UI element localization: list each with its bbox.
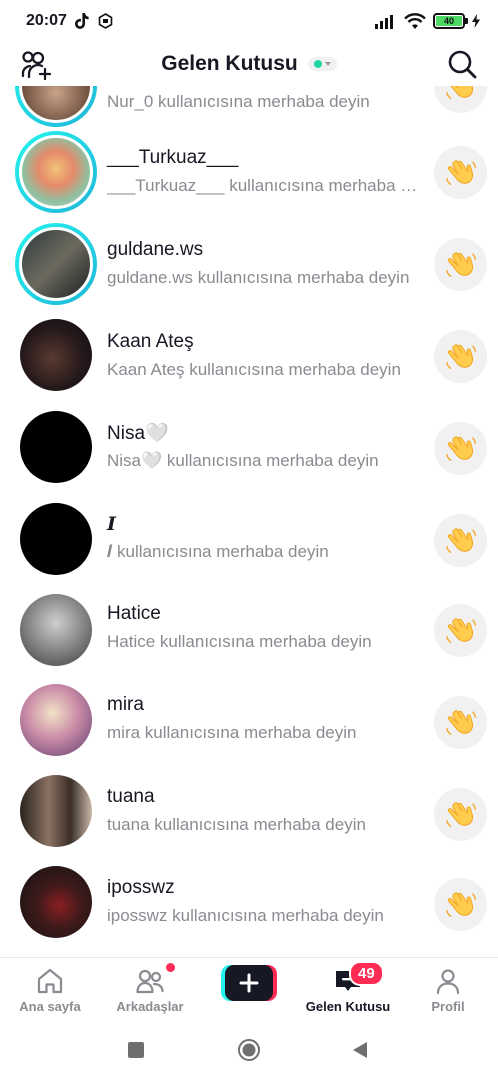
inbox-badge: 49 — [349, 961, 384, 986]
wave-button[interactable] — [434, 878, 487, 931]
friends-icon-wrap — [135, 963, 175, 996]
online-status-dot — [313, 60, 322, 68]
add-friends-icon[interactable] — [20, 50, 52, 80]
waving-hand-icon — [444, 524, 478, 558]
wave-button[interactable] — [434, 146, 487, 199]
recent-apps-icon[interactable] — [128, 1042, 144, 1058]
waving-hand-icon — [444, 706, 478, 740]
list-item-subtitle: Nur_0 kullanıcısına merhaba deyin — [107, 92, 370, 111]
list-item[interactable]: tuana tuana kullanıcısına merhaba deyin — [0, 770, 498, 862]
wave-button[interactable] — [434, 604, 487, 657]
waving-hand-icon — [444, 432, 478, 466]
avatar[interactable] — [20, 775, 92, 847]
system-navigation-bar — [0, 1020, 498, 1080]
list-item[interactable]: 𝑰 𝑰 kullanıcısına merhaba deyin — [0, 494, 498, 586]
avatar[interactable] — [20, 503, 92, 575]
waving-hand-icon — [444, 248, 478, 282]
waving-hand-icon — [444, 86, 478, 104]
battery-level: 40 — [443, 16, 454, 26]
notification-dot — [166, 963, 175, 972]
wave-button[interactable] — [434, 788, 487, 841]
list-item-name: Nisa🤍 — [107, 423, 169, 444]
nav-home[interactable]: Ana sayfa — [2, 958, 98, 1020]
status-time: 20:07 — [26, 12, 67, 29]
list-item-name: mira — [107, 694, 144, 715]
list-item-subtitle: iposswz kullanıcısına merhaba deyin — [107, 906, 384, 925]
list-item-subtitle: Hatice kullanıcısına merhaba deyin — [107, 632, 372, 651]
signal-icon — [375, 15, 393, 29]
waving-hand-icon — [444, 156, 478, 190]
list-item-name: 𝑰 — [107, 513, 116, 535]
list-item[interactable]: Hatice Hatice kullanıcısına merhaba deyi… — [0, 586, 498, 678]
search-icon[interactable] — [446, 48, 478, 80]
chevron-down-icon — [324, 62, 331, 66]
list-item-subtitle: ___Turkuaz___ kullanıcısına merhaba deyi… — [107, 176, 419, 195]
list-item-name: Kaan Ateş — [107, 331, 194, 352]
bottom-navigation: Ana sayfa Arkadaşlar 49 Gelen Kutusu Pro… — [0, 957, 498, 1019]
home-button-icon[interactable] — [237, 1038, 261, 1062]
list-item-subtitle: tuana kullanıcısına merhaba deyin — [107, 815, 366, 834]
profile-icon — [436, 969, 460, 995]
wave-button[interactable] — [434, 86, 487, 113]
list-item[interactable]: iposswz iposswz kullanıcısına merhaba de… — [0, 862, 498, 954]
wifi-icon — [404, 12, 426, 29]
avatar[interactable] — [20, 411, 92, 483]
friends-icon — [136, 969, 164, 994]
avatar[interactable] — [20, 319, 92, 391]
wave-button[interactable] — [434, 422, 487, 475]
list-item-subtitle: Kaan Ateş kullanıcısına merhaba deyin — [107, 360, 401, 379]
nav-inbox-label: Gelen Kutusu — [305, 999, 391, 1014]
list-item[interactable]: ___Turkuaz___ ___Turkuaz___ kullanıcısın… — [0, 126, 498, 218]
list-item-name: ___Turkuaz___ — [107, 147, 239, 168]
inbox-icon-wrap: 49 — [333, 961, 384, 996]
list-item[interactable]: Nisa🤍 Nisa🤍 kullanıcısına merhaba deyin — [0, 402, 498, 494]
wave-button[interactable] — [434, 330, 487, 383]
avatar[interactable] — [15, 223, 97, 305]
create-post-button[interactable] — [221, 965, 277, 1001]
list-item-name: iposswz — [107, 877, 175, 898]
avatar[interactable] — [20, 866, 92, 938]
app-notification-icon — [98, 13, 113, 29]
nav-inbox[interactable]: 49 Gelen Kutusu — [300, 958, 396, 1020]
waving-hand-icon — [444, 340, 478, 374]
nav-profile-label: Profil — [431, 999, 465, 1014]
suggested-accounts-list: Nur_0 kullanıcısına merhaba deyin ___Tur… — [0, 86, 498, 956]
inbox-header: Gelen Kutusu — [0, 42, 498, 86]
charging-icon — [472, 14, 480, 28]
online-status-toggle[interactable] — [307, 57, 337, 71]
page-title: Gelen Kutusu — [161, 52, 298, 75]
nav-profile[interactable]: Profil — [400, 958, 496, 1020]
nav-friends-label: Arkadaşlar — [116, 999, 184, 1014]
back-icon[interactable] — [352, 1041, 368, 1059]
wave-button[interactable] — [434, 514, 487, 567]
list-item-subtitle: Nisa🤍 kullanıcısına merhaba deyin — [107, 451, 379, 470]
list-item-name: tuana — [107, 786, 155, 807]
list-item[interactable]: mira mira kullanıcısına merhaba deyin — [0, 678, 498, 770]
waving-hand-icon — [444, 888, 478, 922]
waving-hand-icon — [444, 614, 478, 648]
list-item-subtitle: mira kullanıcısına merhaba deyin — [107, 723, 357, 742]
avatar[interactable] — [15, 131, 97, 213]
waving-hand-icon — [444, 798, 478, 832]
battery-icon: 40 — [433, 13, 468, 29]
nav-home-label: Ana sayfa — [19, 999, 81, 1014]
wave-button[interactable] — [434, 238, 487, 291]
status-bar: 20:07 40 — [0, 0, 498, 42]
list-item[interactable]: Kaan Ateş Kaan Ateş kullanıcısına merhab… — [0, 310, 498, 402]
avatar[interactable] — [20, 684, 92, 756]
list-item[interactable]: guldane.ws guldane.ws kullanıcısına merh… — [0, 218, 498, 310]
wave-button[interactable] — [434, 696, 487, 749]
nav-friends[interactable]: Arkadaşlar — [102, 958, 198, 1020]
list-item-subtitle: 𝑰 kullanıcısına merhaba deyin — [107, 542, 329, 561]
home-icon — [37, 968, 63, 994]
list-item-name: Hatice — [107, 603, 161, 624]
avatar[interactable] — [15, 86, 97, 127]
avatar[interactable] — [20, 594, 92, 666]
tiktok-notification-icon — [74, 12, 89, 29]
list-item-subtitle: guldane.ws kullanıcısına merhaba deyin — [107, 268, 410, 287]
list-item-name: guldane.ws — [107, 239, 204, 260]
